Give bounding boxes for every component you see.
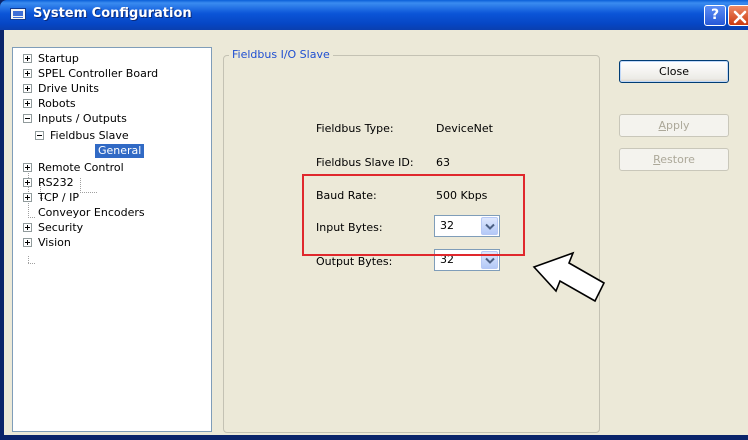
tree-connector-line — [28, 167, 29, 217]
tree-item-label: Conveyor Encoders — [38, 206, 145, 219]
tree-connector-line — [28, 263, 36, 264]
app-window-icon — [10, 8, 26, 20]
tree-connector-line — [28, 217, 36, 218]
output-bytes-label: Output Bytes: — [316, 255, 393, 268]
expand-icon[interactable] — [23, 84, 32, 93]
collapse-icon[interactable] — [23, 114, 32, 123]
fieldbus-slave-id-value: 63 — [436, 156, 450, 169]
expand-icon[interactable] — [23, 223, 32, 232]
expand-icon[interactable] — [23, 163, 32, 172]
tree-item-label: General — [95, 144, 145, 158]
tree-item-label: Startup — [38, 52, 79, 65]
chevron-down-icon — [485, 257, 495, 264]
expand-icon[interactable] — [23, 178, 32, 187]
apply-label: pply — [666, 119, 690, 132]
fieldbus-type-label: Fieldbus Type: — [316, 122, 394, 135]
pointer-arrow-icon — [532, 251, 606, 303]
title-bar: System Configuration ? — [0, 0, 748, 30]
expand-icon[interactable] — [23, 193, 32, 202]
group-title: Fieldbus I/O Slave — [229, 48, 333, 62]
tree-item-label: Fieldbus Slave — [50, 129, 129, 142]
apply-accelerator: A — [658, 119, 666, 132]
expand-icon[interactable] — [23, 99, 32, 108]
tree-connector-line — [80, 192, 97, 193]
configuration-tree[interactable]: Startup SPEL Controller Board Drive Unit… — [12, 47, 212, 432]
apply-button[interactable]: Apply — [619, 114, 729, 137]
highlight-box — [302, 174, 525, 256]
tree-item-label: Security — [38, 221, 84, 234]
window-title: System Configuration — [33, 6, 192, 21]
collapse-icon[interactable] — [35, 131, 44, 140]
tree-item-label: Remote Control — [38, 161, 124, 174]
restore-button[interactable]: Restore — [619, 148, 729, 171]
tree-item-label: SPEL Controller Board — [38, 67, 159, 80]
help-button[interactable]: ? — [704, 5, 726, 26]
system-configuration-window: System Configuration ? Startup SPEL Cont… — [0, 0, 748, 440]
expand-icon[interactable] — [23, 69, 32, 78]
fieldbus-type-value: DeviceNet — [436, 122, 493, 135]
fieldbus-slave-id-label: Fieldbus Slave ID: — [316, 156, 414, 169]
tree-item-label: Inputs / Outputs — [38, 112, 127, 125]
close-window-button[interactable] — [728, 5, 748, 26]
tree-item-label: Drive Units — [38, 82, 99, 95]
expand-icon[interactable] — [23, 238, 32, 247]
tree-item-label: RS232 — [38, 176, 74, 189]
tree-connector-line — [28, 256, 29, 263]
tree-connector-line — [80, 178, 81, 192]
close-icon — [733, 10, 747, 24]
tree-item-label: TCP / IP — [38, 191, 79, 204]
tree-item-label: Vision — [38, 236, 71, 249]
tree-item-label: Robots — [38, 97, 76, 110]
expand-icon[interactable] — [23, 54, 32, 63]
close-button[interactable]: Close — [619, 60, 729, 83]
restore-label: estore — [660, 153, 695, 166]
